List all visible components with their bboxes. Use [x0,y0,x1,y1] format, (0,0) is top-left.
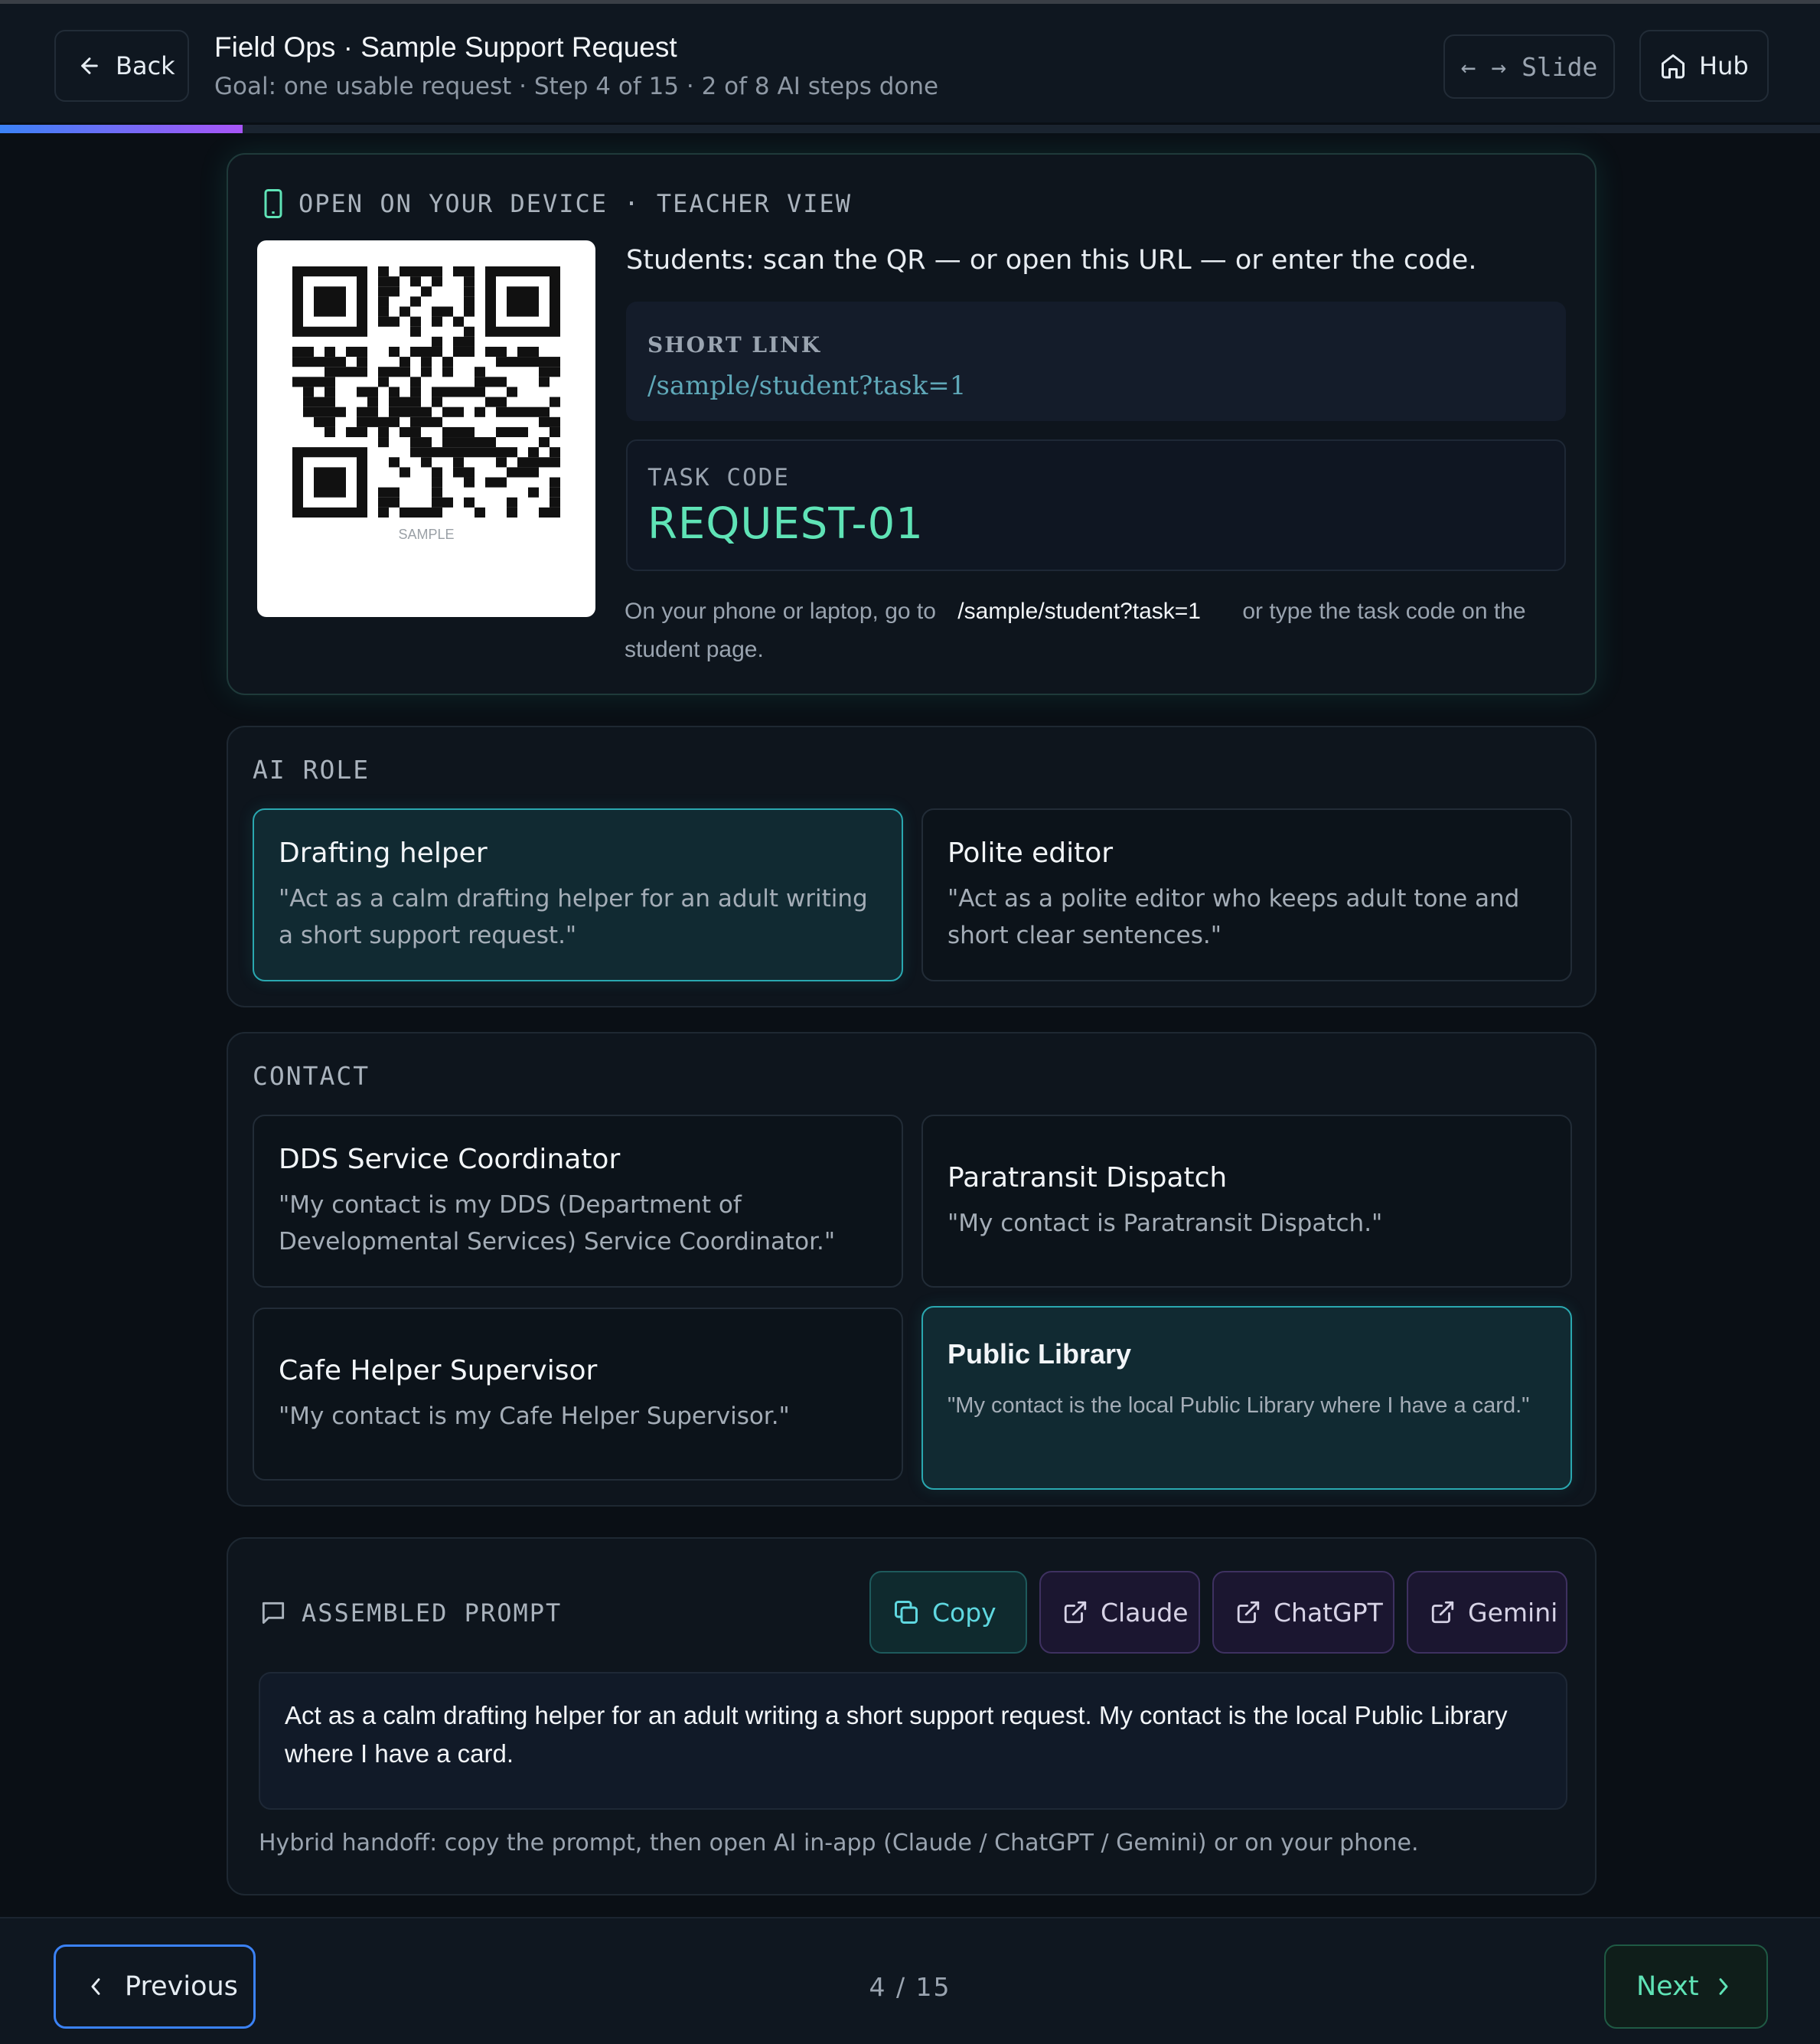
task-code-box: TASK CODE REQUEST-01 [626,439,1566,571]
role-option-drafting-helper[interactable]: Drafting helper "Act as a calm drafting … [253,808,903,981]
role-option-title: Drafting helper [279,838,488,869]
prompt-text: Act as a calm drafting helper for an adu… [285,1701,1508,1768]
short-link-url[interactable]: /sample/student?task=1 [647,371,966,401]
device-howto: On your phone or laptop, go to /sample/s… [625,599,1526,662]
top-bar: Back Field Ops · Sample Support Request … [0,0,1820,133]
progress-bar-fill [0,125,243,133]
progress-bar [0,125,1820,133]
task-code-value: REQUEST-01 [647,499,924,549]
page-subtitle: Goal: one usable request · Step 4 of 15 … [214,73,939,100]
contact-option-title: DDS Service Coordinator [279,1144,621,1175]
contact-option-cafe[interactable]: Cafe Helper Supervisor "My contact is my… [253,1308,903,1481]
contact-option-desc: "My contact is my Cafe Helper Supervisor… [279,1402,790,1430]
short-link-box: SHORT LINK /sample/student?task=1 [626,302,1566,421]
open-gemini-button[interactable]: Gemini [1407,1571,1567,1654]
ai-role-label: AI ROLE [253,755,370,785]
contact-option-desc: "My contact is the local Public Library … [948,1393,1530,1418]
device-instructions: Students: scan the QR — or open this URL… [626,245,1477,276]
role-option-desc: "Act as a calm drafting helper for an ad… [279,885,868,949]
qr-code: SAMPLE [257,240,595,617]
ai-role-panel: AI ROLE Drafting helper "Act as a calm d… [227,726,1597,1007]
copy-button[interactable]: Copy [869,1571,1027,1654]
contact-option-paratransit[interactable]: Paratransit Dispatch "My contact is Para… [921,1115,1572,1288]
qr-caption: SAMPLE [398,527,455,542]
prompt-heading: ASSEMBLED PROMPT [259,1598,562,1628]
arrow-left-icon [77,54,102,78]
contact-label: CONTACT [253,1061,370,1091]
back-button[interactable]: Back [54,30,189,102]
contact-option-title: Paratransit Dispatch [948,1162,1228,1193]
device-panel-heading: OPEN ON YOUR DEVICE · TEACHER VIEW [262,188,852,219]
external-link-icon [1430,1599,1456,1625]
bottom-nav: Previous 4 / 15 Next [0,1917,1820,2044]
contact-option-desc: "My contact is Paratransit Dispatch." [948,1210,1383,1237]
contact-panel: CONTACT DDS Service Coordinator "My cont… [227,1032,1597,1507]
open-claude-button[interactable]: Claude [1039,1571,1200,1654]
task-code-label: TASK CODE [647,464,790,491]
qr-code-image [292,266,560,518]
contact-option-dds[interactable]: DDS Service Coordinator "My contact is m… [253,1115,903,1288]
home-icon [1659,52,1687,80]
role-option-desc: "Act as a polite editor who keeps adult … [948,885,1520,949]
external-link-icon [1235,1599,1261,1625]
page-indicator: 4 / 15 [869,1972,951,2002]
contact-option-public-library[interactable]: Public Library "My contact is the local … [921,1306,1572,1490]
howto-url: /sample/student?task=1 [957,599,1201,624]
assembled-prompt-panel: ASSEMBLED PROMPT Copy Claude ChatGPT Gem… [227,1537,1597,1895]
phone-icon [262,188,285,219]
contact-option-title: Cafe Helper Supervisor [279,1355,598,1386]
prompt-text-box[interactable]: Act as a calm drafting helper for an adu… [259,1672,1567,1810]
slide-button[interactable]: ← → Slide [1443,34,1615,99]
next-button[interactable]: Next [1604,1944,1768,2029]
hub-button[interactable]: Hub [1639,30,1769,102]
chevron-right-icon [1714,1974,1733,1999]
role-option-title: Polite editor [948,838,1114,869]
copy-icon [892,1598,920,1626]
back-button-label: Back [116,51,175,80]
contact-option-title: Public Library [948,1338,1132,1370]
hub-button-label: Hub [1699,51,1749,80]
short-link-label: SHORT LINK [647,332,822,358]
open-on-device-panel: OPEN ON YOUR DEVICE · TEACHER VIEW SAMPL… [227,153,1597,695]
role-option-polite-editor[interactable]: Polite editor "Act as a polite editor wh… [921,808,1572,981]
page-title: Field Ops · Sample Support Request [214,31,677,63]
open-chatgpt-button[interactable]: ChatGPT [1212,1571,1394,1654]
contact-option-desc: "My contact is my DDS (Department of Dev… [279,1191,836,1255]
external-link-icon [1062,1599,1088,1625]
message-square-icon [259,1598,288,1628]
handoff-note: Hybrid handoff: copy the prompt, then op… [259,1830,1419,1856]
